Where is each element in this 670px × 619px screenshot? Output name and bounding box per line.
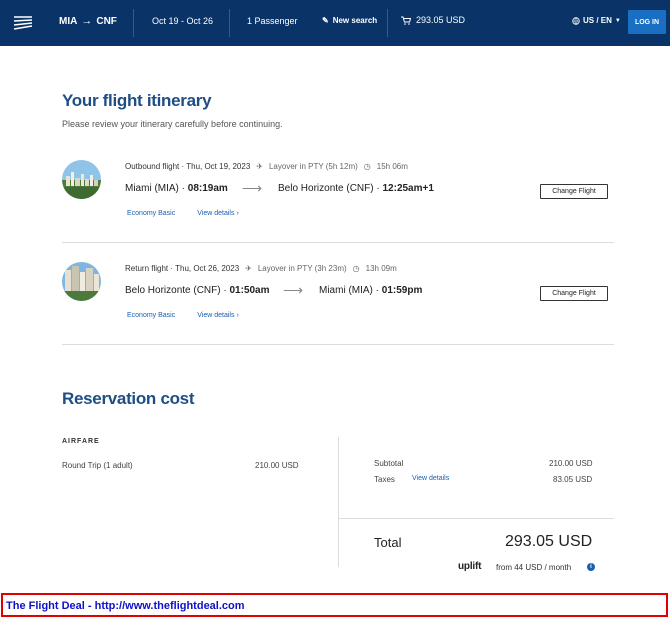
outbound-flight-header: Outbound flight · Thu, Oct 19, 2023 ✈ La… bbox=[125, 162, 408, 171]
departure-time: 08:19am bbox=[187, 183, 228, 194]
uplift-logo: uplift bbox=[458, 561, 482, 572]
cart-summary[interactable]: 293.05 USD bbox=[401, 15, 465, 25]
destination-city: Miami (MIA) bbox=[319, 285, 373, 296]
flight-type-label: Outbound flight bbox=[125, 162, 180, 171]
chevron-right-icon: › bbox=[236, 312, 239, 319]
flight-duration: 13h 09m bbox=[365, 264, 397, 273]
header-divider bbox=[133, 9, 134, 37]
monthly-payment-text: from 44 USD / month bbox=[496, 563, 572, 572]
top-nav-bar: MIA → CNF Oct 19 - Oct 26 1 Passenger ✎ … bbox=[0, 0, 670, 46]
fare-class-link[interactable]: Economy Basic bbox=[127, 210, 175, 217]
arrow-right-icon: → bbox=[81, 15, 93, 27]
login-button[interactable]: LOG IN bbox=[628, 10, 666, 34]
new-search-label: New search bbox=[332, 16, 378, 25]
subtotal-label: Subtotal bbox=[374, 459, 404, 468]
arrow-right-icon: ⟶ bbox=[283, 282, 304, 298]
destination-code: CNF bbox=[96, 15, 117, 27]
trip-type: Round Trip (1 adult) bbox=[62, 461, 133, 470]
outbound-origin: Miami (MIA) · 08:19am bbox=[125, 183, 228, 194]
arrival-time: 01:59pm bbox=[381, 285, 423, 296]
total-label: Total bbox=[374, 535, 402, 550]
clock-icon: ◷ bbox=[363, 162, 371, 171]
outbound-destination: Belo Horizonte (CNF) · 12:25am+1 bbox=[278, 183, 434, 194]
airfare-heading: AIRFARE bbox=[62, 438, 100, 445]
taxes-label: Taxes bbox=[374, 475, 395, 484]
watermark-banner: The Flight Deal - http://www.theflightde… bbox=[1, 593, 668, 617]
origin-city: Miami (MIA) bbox=[125, 183, 179, 194]
cart-total: 293.05 USD bbox=[416, 15, 466, 25]
pencil-icon: ✎ bbox=[322, 16, 329, 25]
cart-icon bbox=[401, 16, 411, 25]
passenger-count[interactable]: 1 Passenger bbox=[247, 16, 298, 26]
airline-logo-icon[interactable] bbox=[12, 12, 34, 34]
chevron-right-icon: › bbox=[236, 210, 239, 217]
arrow-right-icon: ⟶ bbox=[242, 180, 263, 196]
return-destination: Miami (MIA) · 01:59pm bbox=[319, 285, 423, 296]
reservation-title: Reservation cost bbox=[62, 389, 195, 408]
caret-down-icon: ▼ bbox=[614, 17, 621, 24]
total-value: 293.05 USD bbox=[505, 533, 593, 550]
airplane-icon: ✈ bbox=[245, 264, 252, 273]
view-details-link[interactable]: View details › bbox=[197, 312, 239, 319]
return-origin: Belo Horizonte (CNF) · 01:50am bbox=[125, 285, 270, 296]
taxes-view-details-link[interactable]: View details bbox=[412, 475, 449, 482]
subtotal-value: 210.00 USD bbox=[549, 459, 593, 468]
locale-selector[interactable]: US / EN ▼ bbox=[572, 16, 621, 25]
route-summary[interactable]: MIA → CNF bbox=[59, 15, 117, 27]
travel-dates[interactable]: Oct 19 - Oct 26 bbox=[152, 16, 213, 26]
destination-photo bbox=[62, 160, 101, 199]
globe-icon bbox=[572, 16, 580, 25]
clock-icon: ◷ bbox=[352, 264, 360, 273]
header-divider bbox=[229, 9, 230, 37]
taxes-value: 83.05 USD bbox=[553, 475, 593, 484]
airfare-value: 210.00 USD bbox=[255, 461, 299, 470]
banner-text: The Flight Deal - http://www.theflightde… bbox=[6, 600, 245, 612]
section-divider bbox=[62, 344, 614, 345]
adult-count: (1 adult) bbox=[103, 461, 133, 470]
flight-type-label: Return flight bbox=[125, 264, 169, 273]
itinerary-title: Your flight itinerary bbox=[62, 91, 212, 110]
airplane-icon: ✈ bbox=[256, 162, 263, 171]
origin-code: MIA bbox=[59, 15, 78, 27]
origin-city: Belo Horizonte (CNF) bbox=[125, 285, 221, 296]
view-details-link[interactable]: View details › bbox=[197, 210, 239, 217]
flight-date: · Thu, Oct 19, 2023 bbox=[179, 162, 251, 171]
layover-info: Layover in PTY (5h 12m) bbox=[268, 162, 358, 171]
outbound-links: Economy Basic View details › bbox=[127, 210, 239, 217]
cost-divider bbox=[338, 437, 339, 567]
locale-label: US / EN bbox=[583, 16, 612, 25]
total-divider bbox=[338, 518, 614, 519]
new-search-link[interactable]: ✎ New search bbox=[322, 16, 377, 25]
fare-class-link[interactable]: Economy Basic bbox=[127, 312, 175, 319]
change-flight-button[interactable]: Change Flight bbox=[540, 184, 608, 199]
return-flight-header: Return flight · Thu, Oct 26, 2023 ✈ Layo… bbox=[125, 264, 397, 273]
view-details-label: View details bbox=[197, 210, 235, 217]
trip-type-label: Round Trip bbox=[62, 461, 102, 470]
info-icon[interactable]: i bbox=[587, 563, 595, 571]
itinerary-subtitle: Please review your itinerary carefully b… bbox=[62, 119, 283, 129]
arrival-time: 12:25am+1 bbox=[382, 183, 434, 194]
flight-duration: 15h 06m bbox=[376, 162, 408, 171]
departure-time: 01:50am bbox=[229, 285, 270, 296]
change-flight-button[interactable]: Change Flight bbox=[540, 286, 608, 301]
layover-info: Layover in PTY (3h 23m) bbox=[257, 264, 347, 273]
view-details-label: View details bbox=[197, 312, 235, 319]
destination-city: Belo Horizonte (CNF) bbox=[278, 183, 374, 194]
destination-photo bbox=[62, 262, 101, 301]
flight-date: · Thu, Oct 26, 2023 bbox=[168, 264, 240, 273]
return-links: Economy Basic View details › bbox=[127, 312, 239, 319]
header-divider bbox=[387, 9, 388, 37]
section-divider bbox=[62, 242, 614, 243]
